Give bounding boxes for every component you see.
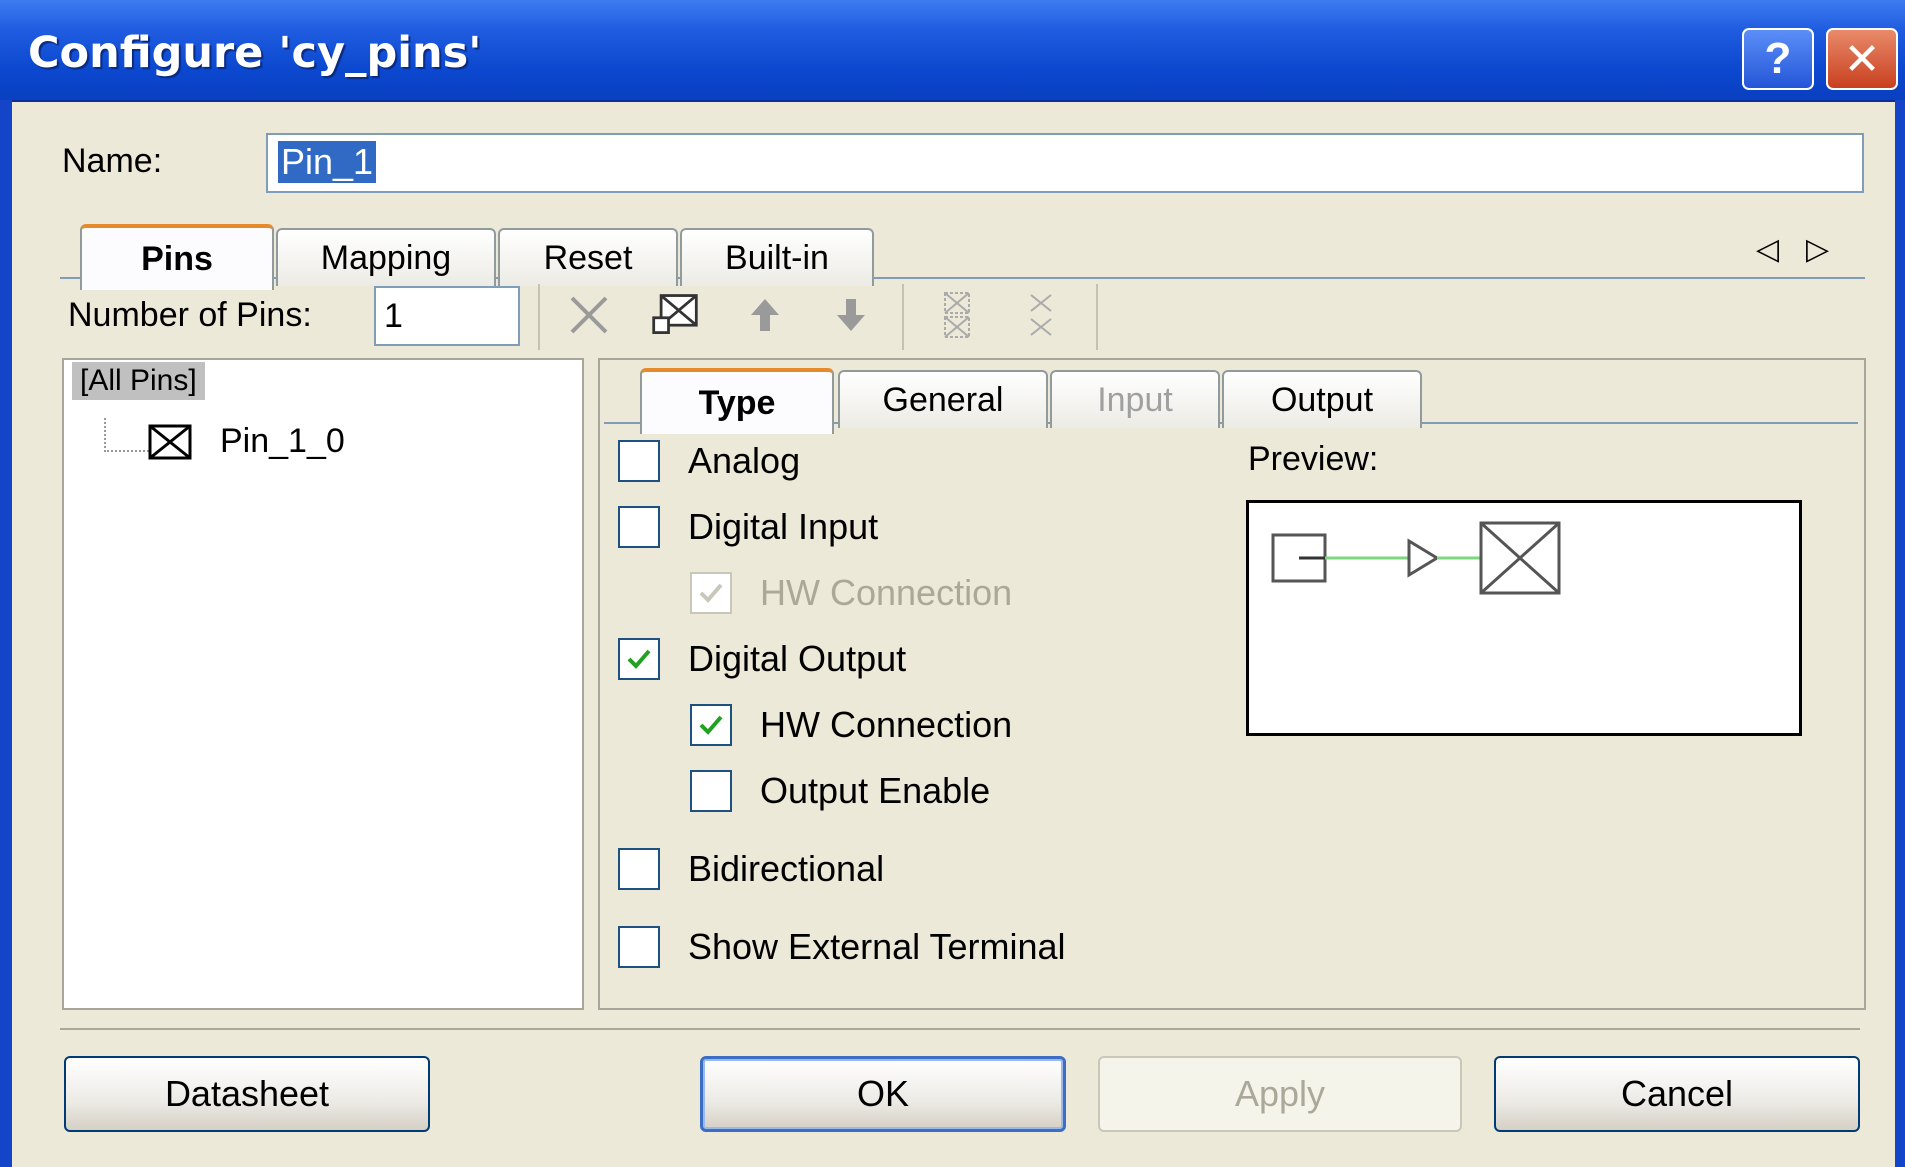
tab-mapping[interactable]: Mapping: [276, 228, 496, 286]
tab-output-label: Output: [1270, 380, 1374, 419]
number-of-pins-input[interactable]: 1: [374, 286, 520, 346]
show-external-terminal-label: Show External Terminal: [688, 926, 1066, 967]
group-icon[interactable]: [1016, 290, 1066, 340]
tree-item-pin[interactable]: Pin_1_0: [220, 422, 345, 461]
cancel-button-label: Cancel: [1620, 1073, 1734, 1114]
output-enable-checkbox[interactable]: [690, 770, 732, 812]
close-icon: ✕: [1843, 34, 1881, 84]
add-pin-icon[interactable]: [650, 290, 700, 340]
name-input-value: Pin_1: [278, 141, 377, 183]
tab-output[interactable]: Output: [1222, 370, 1422, 428]
pin-icon: [148, 424, 192, 465]
tab-type-label: Type: [698, 383, 776, 422]
tab-mapping-label: Mapping: [320, 238, 452, 277]
checkmark-icon: [699, 583, 723, 603]
tab-reset[interactable]: Reset: [498, 228, 678, 286]
checkmark-icon: [627, 649, 651, 669]
digital-output-checkbox[interactable]: [618, 638, 660, 680]
tab-general-label: General: [882, 380, 1004, 419]
checkmark-icon: [699, 715, 723, 735]
tab-built-in[interactable]: Built-in: [680, 228, 874, 286]
move-down-icon[interactable]: [826, 290, 876, 340]
bidirectional-checkbox[interactable]: [618, 848, 660, 890]
window-frame-right: [1895, 100, 1905, 1167]
number-of-pins-value: 1: [384, 297, 403, 335]
move-up-icon[interactable]: [740, 290, 790, 340]
pin-schematic-icon: [1271, 521, 1561, 595]
tab-input: Input: [1050, 370, 1220, 428]
close-button[interactable]: ✕: [1826, 28, 1898, 90]
preview-box: [1246, 500, 1802, 736]
configure-dialog: Configure 'cy_pins' ? ✕ Name: Pin_1 Pins…: [0, 0, 1905, 1167]
output-hw-connection-label: HW Connection: [760, 704, 1013, 745]
tab-type[interactable]: Type: [640, 368, 834, 434]
pin-tree[interactable]: [All Pins] Pin_1_0: [62, 358, 584, 1010]
tab-general[interactable]: General: [838, 370, 1048, 428]
ok-button-label: OK: [856, 1073, 909, 1114]
analog-label: Analog: [688, 440, 801, 481]
tab-pins-label: Pins: [141, 239, 213, 278]
input-hw-connection-checkbox: [690, 572, 732, 614]
window-frame-left: [0, 100, 12, 1167]
input-hw-connection-label: HW Connection: [760, 572, 1013, 613]
number-of-pins-label: Number of Pins:: [68, 296, 312, 334]
name-input[interactable]: Pin_1: [266, 133, 1864, 193]
tab-scroll-right-icon[interactable]: ▷: [1806, 232, 1829, 267]
output-enable-label: Output Enable: [760, 770, 991, 811]
tab-reset-label: Reset: [543, 238, 633, 277]
preview-label: Preview:: [1248, 440, 1379, 478]
ungroup-icon[interactable]: [932, 290, 982, 340]
title-bar[interactable]: Configure 'cy_pins' ? ✕: [0, 0, 1905, 102]
toolbar-separator: [1096, 284, 1098, 350]
digital-input-label: Digital Input: [688, 506, 879, 547]
datasheet-button-label: Datasheet: [164, 1073, 330, 1114]
cancel-button[interactable]: Cancel: [1494, 1056, 1860, 1132]
show-external-terminal-checkbox[interactable]: [618, 926, 660, 968]
help-icon: ?: [1764, 34, 1792, 83]
analog-checkbox[interactable]: [618, 440, 660, 482]
tab-pins[interactable]: Pins: [80, 224, 274, 290]
output-hw-connection-checkbox[interactable]: [690, 704, 732, 746]
apply-button-label: Apply: [1234, 1073, 1326, 1114]
delete-icon[interactable]: [564, 290, 614, 340]
tree-root-all-pins[interactable]: [All Pins]: [72, 362, 205, 400]
tab-scroll-left-icon[interactable]: ◁: [1756, 232, 1779, 267]
tab-input-label: Input: [1097, 380, 1173, 419]
digital-output-label: Digital Output: [688, 638, 907, 679]
bidirectional-label: Bidirectional: [688, 848, 885, 889]
ok-button[interactable]: OK: [700, 1056, 1066, 1132]
apply-button: Apply: [1098, 1056, 1462, 1132]
help-button[interactable]: ?: [1742, 28, 1814, 90]
datasheet-button[interactable]: Datasheet: [64, 1056, 430, 1132]
button-row-separator: [60, 1028, 1860, 1030]
name-label: Name:: [62, 142, 163, 180]
digital-input-checkbox[interactable]: [618, 506, 660, 548]
window-title: Configure 'cy_pins': [28, 28, 482, 78]
tab-built-in-label: Built-in: [725, 238, 829, 277]
toolbar-separator: [902, 284, 904, 350]
toolbar-separator: [538, 284, 540, 350]
